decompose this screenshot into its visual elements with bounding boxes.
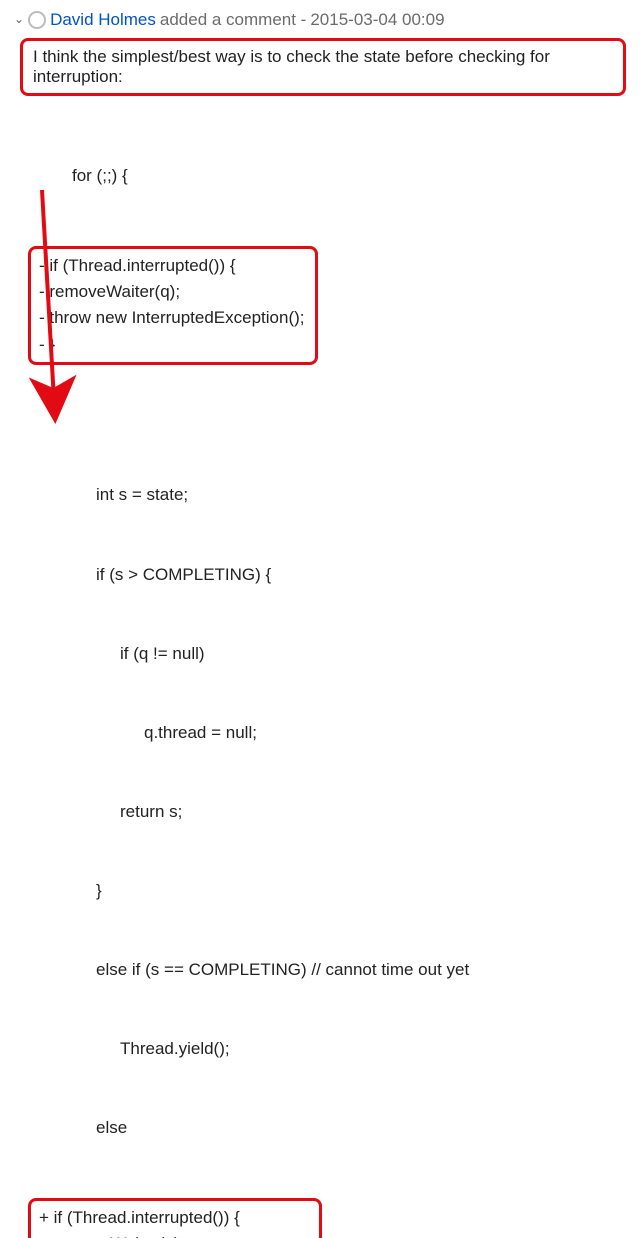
added-block: + if (Thread.interrupted()) { + removeWa… (28, 1198, 322, 1238)
code-line: int s = state; (28, 482, 626, 508)
code-line: if (s > COMPLETING) { (28, 562, 626, 588)
comment-action: added a comment - (160, 10, 306, 30)
comment-timestamp: 2015-03-04 00:09 (310, 10, 444, 30)
avatar (28, 11, 46, 29)
diff-added-line: + removeWaiter(q); (39, 1231, 309, 1238)
code-line: Thread.yield(); (28, 1036, 626, 1062)
code-line: else if (s == COMPLETING) // cannot time… (28, 957, 626, 983)
code-line: } (28, 878, 626, 904)
diff-removed-line: - if (Thread.interrupted()) { (39, 253, 305, 279)
diff-added-line: + if (Thread.interrupted()) { (39, 1205, 309, 1231)
code-line: if (q != null) (28, 641, 626, 667)
diff-removed-line: - } (39, 332, 305, 358)
chevron-down-icon[interactable]: ⌄ (14, 12, 24, 26)
diff-removed-line: - throw new InterruptedException(); (39, 305, 305, 331)
intro-text: I think the simplest/best way is to chec… (33, 47, 550, 86)
code-line: return s; (28, 799, 626, 825)
code-line: else (28, 1115, 626, 1141)
code-line: q.thread = null; (28, 720, 626, 746)
code-block: for (;;) { (28, 110, 626, 242)
removed-block: - if (Thread.interrupted()) { - removeWa… (28, 246, 318, 365)
comment-header: ⌄ David Holmes added a comment - 2015-03… (14, 10, 626, 30)
code-block-mid: int s = state; if (s > COMPLETING) { if … (28, 369, 626, 1194)
code-line: for (;;) { (28, 163, 626, 189)
author-link[interactable]: David Holmes (50, 10, 156, 30)
diff-removed-line: - removeWaiter(q); (39, 279, 305, 305)
intro-highlight: I think the simplest/best way is to chec… (20, 38, 626, 96)
